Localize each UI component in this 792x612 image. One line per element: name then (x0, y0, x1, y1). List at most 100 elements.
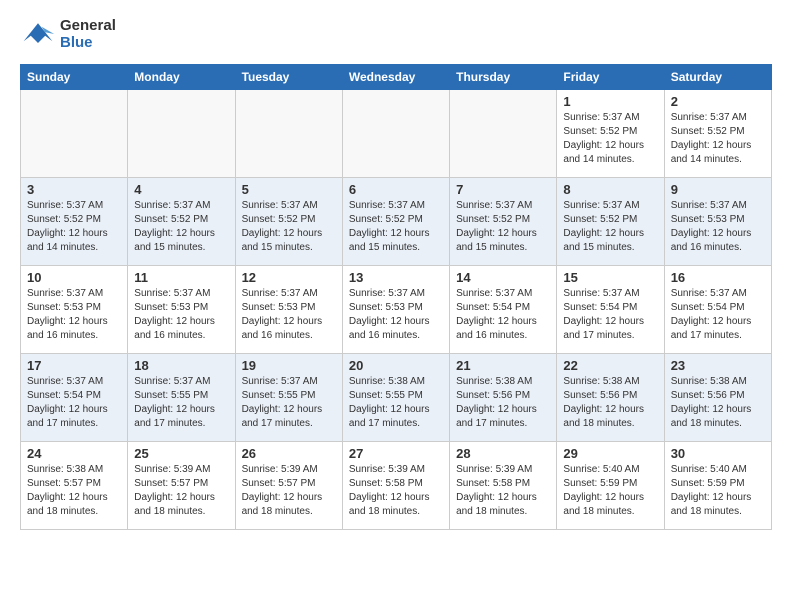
day-number: 25 (134, 446, 228, 461)
day-info: Sunrise: 5:37 AM Sunset: 5:53 PM Dayligh… (242, 287, 336, 343)
day-number: 7 (456, 182, 550, 197)
day-info: Sunrise: 5:40 AM Sunset: 5:59 PM Dayligh… (671, 463, 765, 519)
day-header-wednesday: Wednesday (342, 65, 449, 90)
week-row-3: 10 Sunrise: 5:37 AM Sunset: 5:53 PM Dayli… (21, 266, 772, 354)
day-info: Sunrise: 5:37 AM Sunset: 5:54 PM Dayligh… (563, 287, 657, 343)
day-info: Sunrise: 5:37 AM Sunset: 5:52 PM Dayligh… (349, 199, 443, 255)
day-number: 17 (27, 358, 121, 373)
day-header-monday: Monday (128, 65, 235, 90)
calendar-cell: 18 Sunrise: 5:37 AM Sunset: 5:55 PM Dayli… (128, 354, 235, 442)
day-info: Sunrise: 5:38 AM Sunset: 5:56 PM Dayligh… (563, 375, 657, 431)
calendar-cell: 16Sunrise: 5:37 AM Sunset: 5:54 PM Dayli… (664, 266, 771, 354)
day-info: Sunrise: 5:37 AM Sunset: 5:53 PM Dayligh… (27, 287, 121, 343)
calendar-cell: 10 Sunrise: 5:37 AM Sunset: 5:53 PM Dayli… (21, 266, 128, 354)
day-number: 23 (671, 358, 765, 373)
day-number: 30 (671, 446, 765, 461)
day-info: Sunrise: 5:37 AM Sunset: 5:52 PM Dayligh… (671, 111, 765, 167)
day-number: 19 (242, 358, 336, 373)
calendar-cell: 19 Sunrise: 5:37 AM Sunset: 5:55 PM Dayli… (235, 354, 342, 442)
day-header-tuesday: Tuesday (235, 65, 342, 90)
calendar-cell: 3 Sunrise: 5:37 AM Sunset: 5:52 PM Daylig… (21, 178, 128, 266)
calendar-cell (342, 90, 449, 178)
day-number: 29 (563, 446, 657, 461)
day-number: 3 (27, 182, 121, 197)
day-number: 18 (134, 358, 228, 373)
calendar-cell: 28 Sunrise: 5:39 AM Sunset: 5:58 PM Dayli… (450, 442, 557, 530)
calendar-cell (21, 90, 128, 178)
day-number: 4 (134, 182, 228, 197)
day-info: Sunrise: 5:37 AM Sunset: 5:53 PM Dayligh… (671, 199, 765, 255)
calendar-cell: 27Sunrise: 5:39 AM Sunset: 5:58 PM Dayli… (342, 442, 449, 530)
day-info: Sunrise: 5:38 AM Sunset: 5:56 PM Dayligh… (456, 375, 550, 431)
day-number: 10 (27, 270, 121, 285)
calendar-cell: 12 Sunrise: 5:37 AM Sunset: 5:53 PM Dayli… (235, 266, 342, 354)
day-number: 2 (671, 94, 765, 109)
calendar-cell: 30 Sunrise: 5:40 AM Sunset: 5:59 PM Dayli… (664, 442, 771, 530)
calendar-cell: 13 Sunrise: 5:37 AM Sunset: 5:53 PM Dayli… (342, 266, 449, 354)
day-number: 13 (349, 270, 443, 285)
day-header-friday: Friday (557, 65, 664, 90)
calendar-cell: 4 Sunrise: 5:37 AM Sunset: 5:52 PM Daylig… (128, 178, 235, 266)
day-info: Sunrise: 5:37 AM Sunset: 5:53 PM Dayligh… (134, 287, 228, 343)
day-number: 11 (134, 270, 228, 285)
calendar-cell: 20 Sunrise: 5:38 AM Sunset: 5:55 PM Dayli… (342, 354, 449, 442)
day-number: 12 (242, 270, 336, 285)
calendar-cell: 7 Sunrise: 5:37 AM Sunset: 5:52 PM Daylig… (450, 178, 557, 266)
calendar-table: SundayMondayTuesdayWednesdayThursdayFrid… (20, 64, 772, 530)
calendar-cell: 29 Sunrise: 5:40 AM Sunset: 5:59 PM Dayli… (557, 442, 664, 530)
calendar-cell: 15 Sunrise: 5:37 AM Sunset: 5:54 PM Dayli… (557, 266, 664, 354)
day-info: Sunrise: 5:37 AM Sunset: 5:52 PM Dayligh… (563, 111, 657, 167)
week-row-2: 3 Sunrise: 5:37 AM Sunset: 5:52 PM Daylig… (21, 178, 772, 266)
day-number: 21 (456, 358, 550, 373)
day-info: Sunrise: 5:37 AM Sunset: 5:54 PM Dayligh… (456, 287, 550, 343)
day-info: Sunrise: 5:37 AM Sunset: 5:52 PM Dayligh… (456, 199, 550, 255)
day-info: Sunrise: 5:40 AM Sunset: 5:59 PM Dayligh… (563, 463, 657, 519)
day-header-saturday: Saturday (664, 65, 771, 90)
day-info: Sunrise: 5:37 AM Sunset: 5:53 PM Dayligh… (349, 287, 443, 343)
day-info: Sunrise: 5:38 AM Sunset: 5:55 PM Dayligh… (349, 375, 443, 431)
logo: General Blue (20, 16, 116, 52)
day-number: 27 (349, 446, 443, 461)
calendar-cell (128, 90, 235, 178)
day-number: 5 (242, 182, 336, 197)
calendar-cell (450, 90, 557, 178)
week-row-1: 1Sunrise: 5:37 AM Sunset: 5:52 PM Daylig… (21, 90, 772, 178)
day-info: Sunrise: 5:39 AM Sunset: 5:57 PM Dayligh… (242, 463, 336, 519)
day-info: Sunrise: 5:37 AM Sunset: 5:52 PM Dayligh… (27, 199, 121, 255)
calendar-cell: 5 Sunrise: 5:37 AM Sunset: 5:52 PM Daylig… (235, 178, 342, 266)
calendar-cell: 6Sunrise: 5:37 AM Sunset: 5:52 PM Daylig… (342, 178, 449, 266)
day-info: Sunrise: 5:39 AM Sunset: 5:58 PM Dayligh… (456, 463, 550, 519)
day-number: 15 (563, 270, 657, 285)
day-number: 20 (349, 358, 443, 373)
calendar-cell: 2 Sunrise: 5:37 AM Sunset: 5:52 PM Daylig… (664, 90, 771, 178)
calendar-cell: 21 Sunrise: 5:38 AM Sunset: 5:56 PM Dayli… (450, 354, 557, 442)
day-header-thursday: Thursday (450, 65, 557, 90)
day-number: 8 (563, 182, 657, 197)
week-row-4: 17Sunrise: 5:37 AM Sunset: 5:54 PM Dayli… (21, 354, 772, 442)
header-row: SundayMondayTuesdayWednesdayThursdayFrid… (21, 65, 772, 90)
calendar-cell: 11 Sunrise: 5:37 AM Sunset: 5:53 PM Dayli… (128, 266, 235, 354)
calendar-cell: 8 Sunrise: 5:37 AM Sunset: 5:52 PM Daylig… (557, 178, 664, 266)
day-number: 9 (671, 182, 765, 197)
day-info: Sunrise: 5:38 AM Sunset: 5:57 PM Dayligh… (27, 463, 121, 519)
calendar-cell (235, 90, 342, 178)
calendar-cell: 14 Sunrise: 5:37 AM Sunset: 5:54 PM Dayli… (450, 266, 557, 354)
logo-text: General Blue (60, 17, 116, 51)
day-info: Sunrise: 5:39 AM Sunset: 5:57 PM Dayligh… (134, 463, 228, 519)
day-number: 26 (242, 446, 336, 461)
day-info: Sunrise: 5:37 AM Sunset: 5:54 PM Dayligh… (671, 287, 765, 343)
day-number: 28 (456, 446, 550, 461)
week-row-5: 24Sunrise: 5:38 AM Sunset: 5:57 PM Dayli… (21, 442, 772, 530)
calendar-cell: 9 Sunrise: 5:37 AM Sunset: 5:53 PM Daylig… (664, 178, 771, 266)
logo-icon (20, 16, 56, 52)
calendar-cell: 23 Sunrise: 5:38 AM Sunset: 5:56 PM Dayli… (664, 354, 771, 442)
day-number: 22 (563, 358, 657, 373)
day-info: Sunrise: 5:37 AM Sunset: 5:52 PM Dayligh… (563, 199, 657, 255)
day-info: Sunrise: 5:37 AM Sunset: 5:52 PM Dayligh… (134, 199, 228, 255)
day-info: Sunrise: 5:37 AM Sunset: 5:52 PM Dayligh… (242, 199, 336, 255)
day-number: 14 (456, 270, 550, 285)
day-info: Sunrise: 5:37 AM Sunset: 5:55 PM Dayligh… (242, 375, 336, 431)
day-info: Sunrise: 5:37 AM Sunset: 5:55 PM Dayligh… (134, 375, 228, 431)
calendar-cell: 26 Sunrise: 5:39 AM Sunset: 5:57 PM Dayli… (235, 442, 342, 530)
day-info: Sunrise: 5:38 AM Sunset: 5:56 PM Dayligh… (671, 375, 765, 431)
